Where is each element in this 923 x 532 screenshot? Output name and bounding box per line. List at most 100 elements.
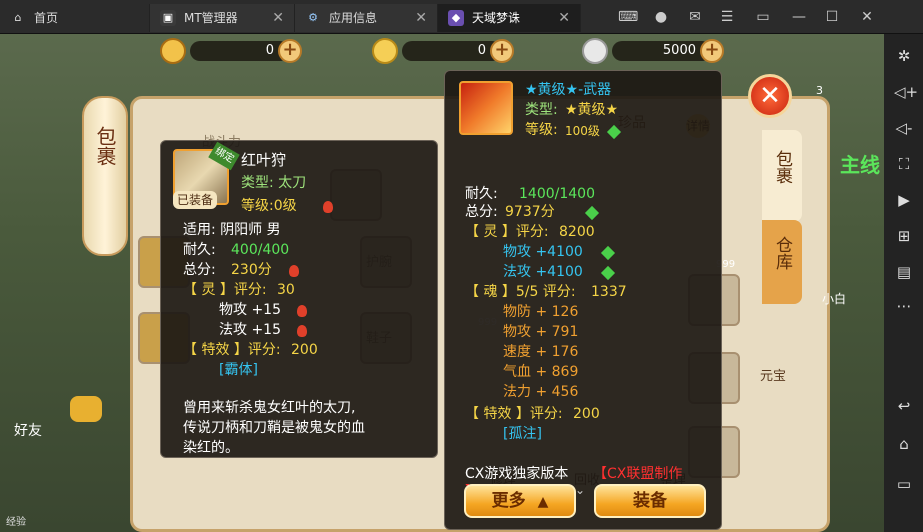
effect-value: 200 bbox=[291, 342, 318, 358]
gem-icon bbox=[600, 265, 616, 281]
gamepad-icon[interactable]: ⌨ bbox=[618, 8, 638, 26]
gear-icon: ⚙ bbox=[308, 11, 318, 24]
compare-item-tooltip: ★黄级★-武器 类型: ★黄级★ 等级: 100级 耐久: 1400/1400 … bbox=[444, 70, 722, 530]
equipped-item-tooltip: 绑定 已装备 红叶狩 类型: 太刀 等级:0级 适用: 阴阳师 男 耐久: 40… bbox=[160, 140, 438, 458]
gem-icon bbox=[606, 124, 622, 140]
total-value: 9737分 bbox=[505, 204, 555, 220]
compare-level-label: 等级: bbox=[525, 122, 558, 138]
tab-warehouse[interactable]: 仓库 bbox=[762, 220, 802, 304]
tab-mt-manager[interactable]: ▣ MT管理器 ✕ bbox=[150, 4, 295, 32]
hun-stat: 物防 + 126 bbox=[503, 304, 579, 320]
add-silver-coin-button[interactable]: + bbox=[700, 39, 724, 63]
item-level: 等级:0级 bbox=[241, 198, 297, 214]
effect-name: [孤注] bbox=[503, 426, 542, 442]
volume-up-icon[interactable]: ◁+ bbox=[894, 82, 918, 102]
total-label: 总分: bbox=[183, 262, 216, 278]
tab-label: 天域梦诛 bbox=[472, 11, 521, 25]
close-icon[interactable]: ✕ bbox=[415, 4, 427, 32]
chevron-up-icon: ▲ bbox=[537, 494, 549, 510]
desc-line: 传说刀柄和刀鞘是被鬼女的血 bbox=[183, 420, 365, 436]
item-type: 类型: 太刀 bbox=[241, 175, 307, 191]
tab-label: 首页 bbox=[34, 11, 59, 25]
ling-label: 【 灵 】评分: bbox=[183, 282, 267, 298]
game-viewport: 0 + 0 + 5000 + 包裹 护腕 鞋子 战斗力 珍品 详情 9 bbox=[0, 34, 884, 532]
hun-label: 【 魂 】5/5 评分: bbox=[465, 284, 576, 300]
add-gold-coin-button[interactable]: + bbox=[490, 39, 514, 63]
ling-value: 30 bbox=[277, 282, 295, 298]
more-button[interactable]: 更多 ▲ bbox=[464, 484, 576, 518]
item-suitable: 适用: 阴阳师 男 bbox=[183, 222, 281, 238]
tab-home[interactable]: ⌂ 首页 bbox=[0, 4, 150, 32]
close-bag-button[interactable]: ✕ bbox=[748, 74, 792, 118]
ling-stat: 物攻 +4100 bbox=[503, 244, 583, 260]
more-icon[interactable]: ⋯ bbox=[894, 296, 914, 316]
flame-icon bbox=[297, 305, 307, 317]
exp-label: 经验 bbox=[6, 517, 26, 528]
total-value: 230分 bbox=[231, 262, 272, 278]
close-icon[interactable]: ✕ bbox=[272, 4, 284, 32]
record-icon[interactable]: ▶ bbox=[894, 190, 914, 210]
menu-icon[interactable]: ☰ bbox=[718, 8, 736, 26]
emulator-sidebar: ✲ ◁+ ◁- ⛶ ▶ ⊞ ▤ ⋯ ↩ ⌂ ▭ bbox=[884, 34, 923, 532]
compare-level-value: 100级 bbox=[565, 124, 600, 138]
tab-app-info[interactable]: ⚙ 应用信息 ✕ bbox=[295, 4, 438, 32]
add-icon[interactable]: ⊞ bbox=[894, 226, 914, 246]
mail-icon[interactable]: ✉ bbox=[686, 8, 704, 26]
minimize-mini-icon[interactable]: ▭ bbox=[754, 8, 772, 26]
currency-bar: 0 + 0 + 5000 + bbox=[150, 38, 730, 64]
account-icon[interactable]: ● bbox=[652, 8, 670, 26]
fullscreen-icon[interactable]: ⛶ bbox=[894, 154, 914, 174]
chat-icon[interactable] bbox=[70, 396, 102, 422]
effect-value: 200 bbox=[573, 406, 600, 422]
tab-label: MT管理器 bbox=[184, 11, 238, 25]
flame-icon bbox=[297, 325, 307, 337]
npc-name: 小白 bbox=[822, 292, 847, 306]
friends-label[interactable]: 好友 bbox=[14, 422, 42, 440]
durability-label: 耐久: bbox=[183, 242, 216, 258]
back-icon[interactable]: ↩ bbox=[894, 396, 914, 416]
title-bar: ⌂ 首页 ▣ MT管理器 ✕ ⚙ 应用信息 ✕ ◆ 天域梦诛 ✕ ⌨ ● ✉ ☰… bbox=[0, 0, 923, 34]
compare-type: ★黄级★ bbox=[565, 102, 619, 118]
settings-icon[interactable]: ✲ bbox=[894, 46, 914, 66]
close-icon[interactable]: ✕ bbox=[558, 4, 570, 32]
multi-window-icon[interactable]: ▤ bbox=[894, 262, 914, 282]
ling-value: 8200 bbox=[559, 224, 595, 240]
hun-stat: 法力 + 456 bbox=[503, 384, 579, 400]
equip-button[interactable]: 装备 bbox=[594, 484, 706, 518]
recent-apps-icon[interactable]: ▭ bbox=[894, 474, 914, 494]
chevron-down-icon[interactable]: ⌄ bbox=[575, 481, 585, 499]
effect-label: 【 特效 】评分: bbox=[183, 342, 281, 358]
hun-stat: 物攻 + 791 bbox=[503, 324, 579, 340]
tab-label: 应用信息 bbox=[329, 11, 378, 25]
durability-value: 400/400 bbox=[231, 242, 290, 258]
effect-label: 【 特效 】评分: bbox=[465, 406, 563, 422]
player-level: 3 bbox=[816, 84, 823, 97]
volume-down-icon[interactable]: ◁- bbox=[894, 118, 914, 138]
effect-name: [霸体] bbox=[219, 362, 258, 378]
close-window-icon[interactable]: ✕ bbox=[858, 8, 876, 26]
bag-lantern-title: 包裹 bbox=[82, 96, 128, 256]
item-name: 红叶狩 bbox=[241, 151, 287, 169]
main-quest-label[interactable]: 主线 bbox=[840, 155, 880, 175]
stat-physical-attack: 物攻 +15 bbox=[219, 302, 281, 318]
tab-game[interactable]: ◆ 天域梦诛 ✕ bbox=[438, 4, 581, 32]
maximize-icon[interactable]: ☐ bbox=[823, 8, 841, 26]
add-gold-ingot-button[interactable]: + bbox=[278, 39, 302, 63]
tab-bag[interactable]: 包裹 bbox=[762, 130, 802, 222]
compare-type-prefix: 类型: bbox=[525, 102, 558, 118]
minimize-icon[interactable]: — bbox=[790, 8, 808, 26]
currency-silver-coin: 5000 + bbox=[612, 39, 724, 63]
flame-icon bbox=[323, 201, 333, 213]
gem-icon bbox=[600, 245, 616, 261]
compare-title: ★黄级★-武器 bbox=[525, 82, 612, 98]
home-nav-icon[interactable]: ⌂ bbox=[894, 434, 914, 454]
home-icon: ⌂ bbox=[14, 11, 22, 24]
credit-text: 【CX联盟制作 bbox=[593, 466, 683, 482]
weapon-item-icon bbox=[459, 81, 513, 135]
currency-gold-ingot: 0 + bbox=[190, 39, 302, 63]
equipped-badge: 已装备 bbox=[173, 191, 218, 209]
silver-coin-icon bbox=[582, 38, 608, 64]
durability-label: 耐久: bbox=[465, 186, 498, 202]
currency-gold-coin: 0 + bbox=[402, 39, 514, 63]
gold-coin-icon bbox=[372, 38, 398, 64]
